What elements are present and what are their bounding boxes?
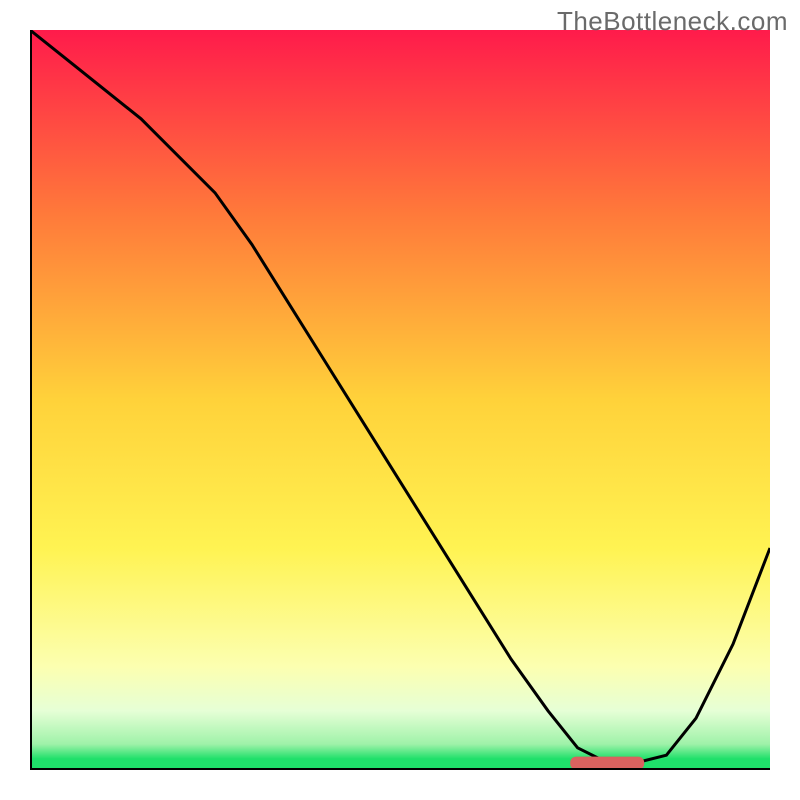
watermark-text: TheBottleneck.com bbox=[557, 6, 788, 37]
optimal-range-marker bbox=[570, 757, 644, 770]
chart-container: TheBottleneck.com bbox=[0, 0, 800, 800]
gradient-background bbox=[30, 30, 770, 770]
plot-area bbox=[30, 30, 770, 770]
chart-svg bbox=[30, 30, 770, 770]
